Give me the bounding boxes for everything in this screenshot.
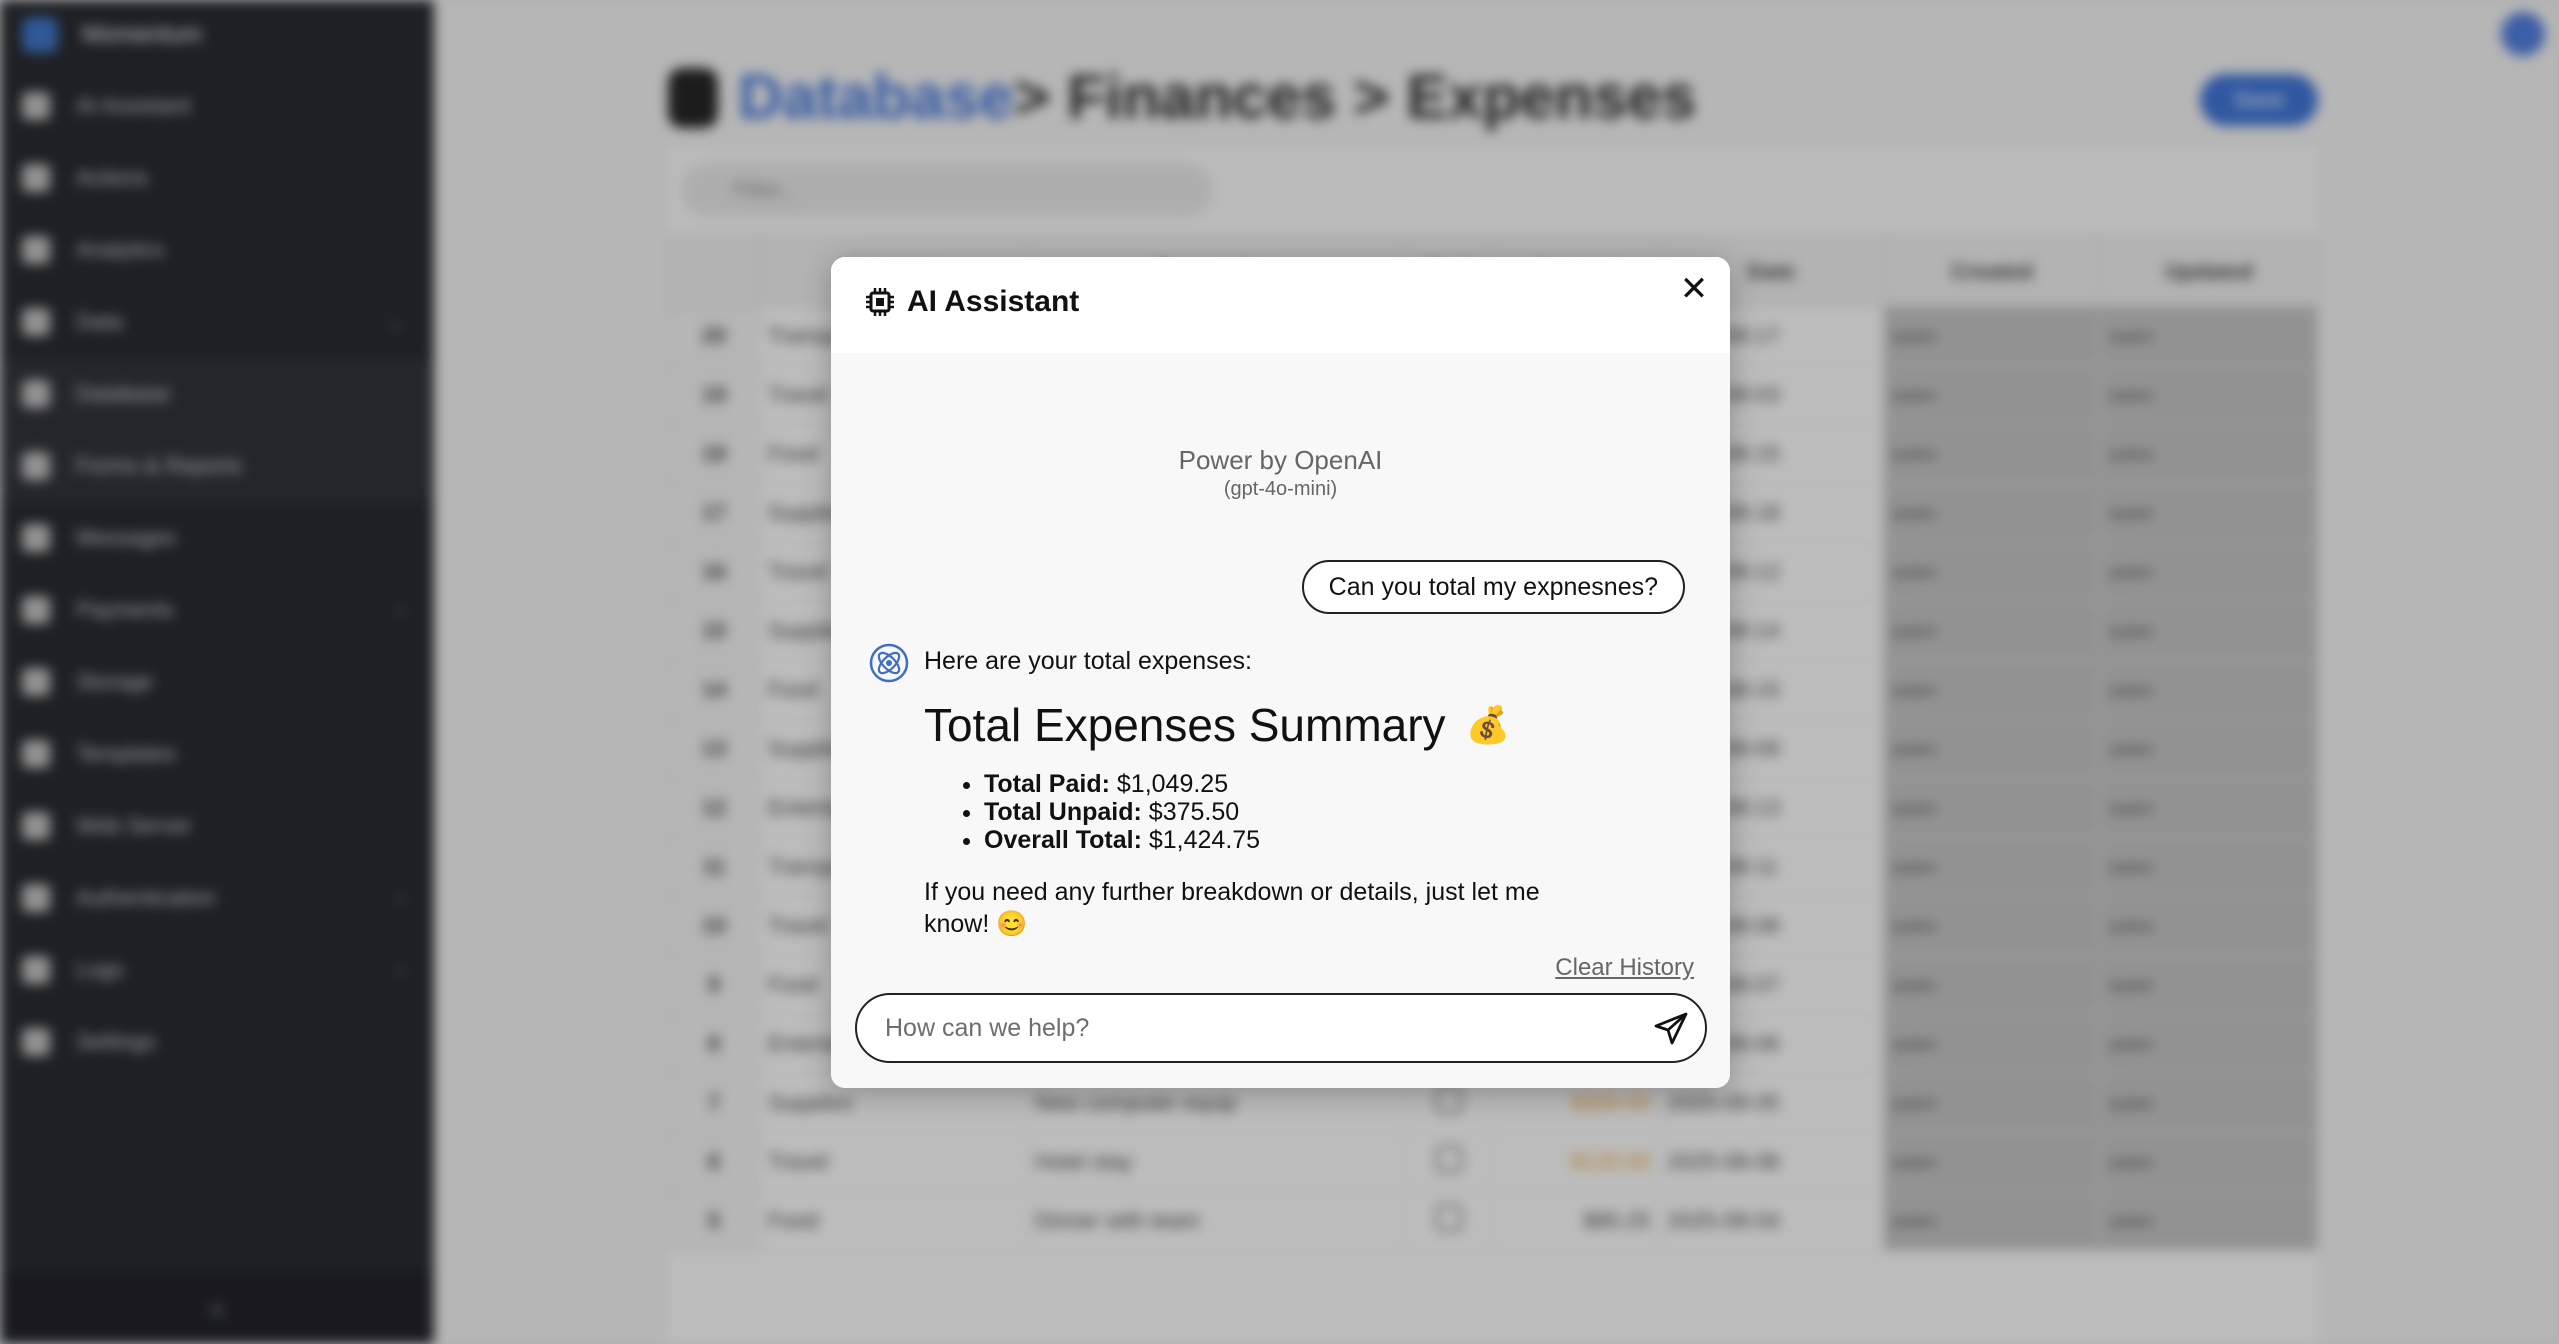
modal-title: AI Assistant <box>865 285 1079 319</box>
list-item: Total Unpaid: $375.50 <box>984 798 1549 826</box>
clear-history-link[interactable]: Clear History <box>1555 954 1694 982</box>
chat-input[interactable] <box>883 1012 1627 1044</box>
assistant-message: Here are your total expenses: Total Expe… <box>869 643 1549 940</box>
chip-icon <box>866 288 894 316</box>
powered-by-text: Power by OpenAI <box>1178 445 1383 475</box>
powered-by: Power by OpenAI (gpt-4o-mini) <box>831 445 1730 501</box>
close-icon[interactable]: ✕ <box>1676 271 1712 307</box>
user-message: Can you total my expnesnes? <box>1301 560 1685 614</box>
totals-list: Total Paid: $1,049.25 Total Unpaid: $375… <box>924 770 1549 854</box>
list-item: Total Paid: $1,049.25 <box>984 770 1549 798</box>
modal-header: AI Assistant ✕ <box>831 257 1730 353</box>
chat-body: Power by OpenAI (gpt-4o-mini) Can you to… <box>831 353 1730 1088</box>
reply-heading-text: Total Expenses Summary <box>924 699 1446 751</box>
assistant-content: Here are your total expenses: Total Expe… <box>924 647 1549 940</box>
money-bag-icon: 💰 <box>1465 704 1511 745</box>
list-item: Overall Total: $1,424.75 <box>984 826 1549 854</box>
reply-intro: Here are your total expenses: <box>924 647 1252 675</box>
model-name: (gpt-4o-mini) <box>1223 478 1338 500</box>
chat-input-container <box>855 993 1707 1063</box>
reply-outro: If you need any further breakdown or det… <box>924 878 1540 938</box>
ai-assistant-modal: AI Assistant ✕ Power by OpenAI (gpt-4o-m… <box>831 257 1730 1088</box>
reply-heading: Total Expenses Summary 💰 <box>924 698 1549 752</box>
openai-icon <box>869 643 909 683</box>
send-icon[interactable] <box>1653 1011 1689 1047</box>
modal-title-text: AI Assistant <box>907 285 1080 318</box>
